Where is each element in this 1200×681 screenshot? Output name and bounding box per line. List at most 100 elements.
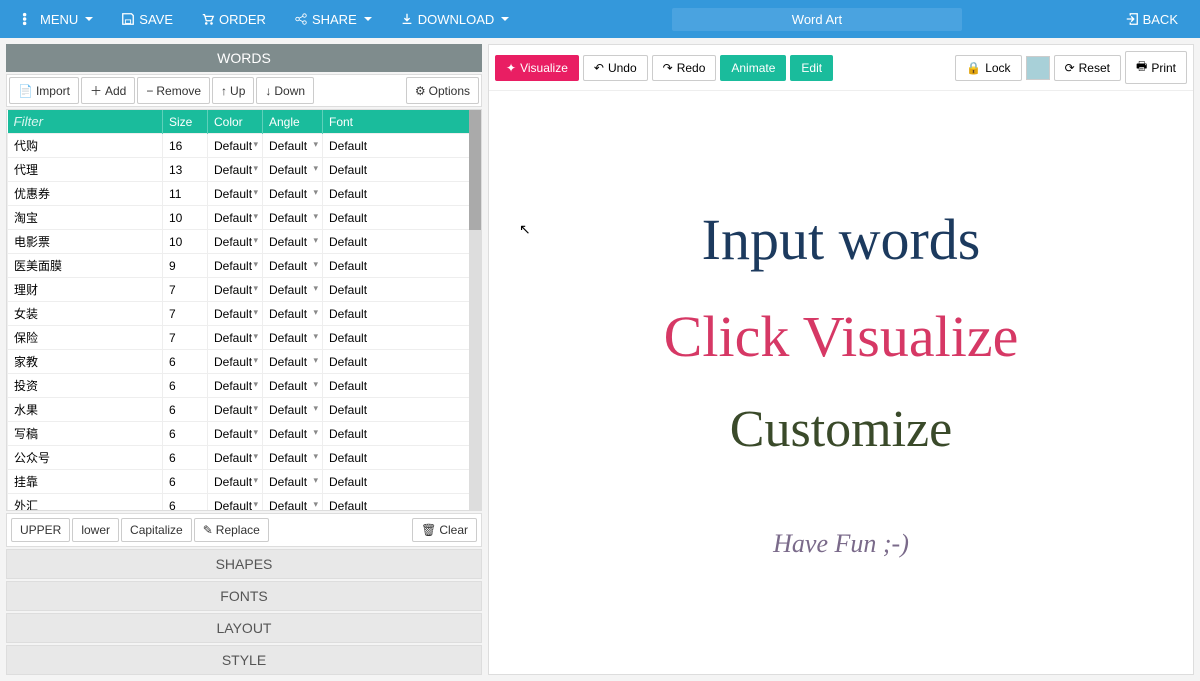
size-cell[interactable]: 16 <box>163 134 208 158</box>
table-row[interactable]: 淘宝10DefaultDefaultDefault <box>8 206 481 230</box>
font-cell[interactable]: Default <box>323 494 481 512</box>
filter-header[interactable] <box>8 110 163 134</box>
clear-button[interactable]: 🗑Clear <box>412 518 477 542</box>
font-header[interactable]: Font <box>323 110 481 134</box>
angle-cell[interactable]: Default <box>263 494 323 512</box>
size-cell[interactable]: 7 <box>163 302 208 326</box>
word-cell[interactable]: 优惠券 <box>8 182 163 206</box>
scrollbar-thumb[interactable] <box>469 110 481 230</box>
size-cell[interactable]: 9 <box>163 254 208 278</box>
canvas-area[interactable]: ↖ Input words Click Visualize Customize … <box>489 91 1193 674</box>
color-cell[interactable]: Default <box>208 182 263 206</box>
angle-cell[interactable]: Default <box>263 302 323 326</box>
font-cell[interactable]: Default <box>323 182 481 206</box>
angle-cell[interactable]: Default <box>263 374 323 398</box>
angle-cell[interactable]: Default <box>263 350 323 374</box>
table-row[interactable]: 女装7DefaultDefaultDefault <box>8 302 481 326</box>
color-cell[interactable]: Default <box>208 206 263 230</box>
angle-cell[interactable]: Default <box>263 326 323 350</box>
order-button[interactable]: ORDER <box>187 0 280 38</box>
color-cell[interactable]: Default <box>208 350 263 374</box>
color-cell[interactable]: Default <box>208 302 263 326</box>
font-cell[interactable]: Default <box>323 158 481 182</box>
word-cell[interactable]: 医美面膜 <box>8 254 163 278</box>
font-cell[interactable]: Default <box>323 278 481 302</box>
size-cell[interactable]: 6 <box>163 446 208 470</box>
angle-cell[interactable]: Default <box>263 470 323 494</box>
undo-button[interactable]: ↶Undo <box>583 55 648 81</box>
word-cell[interactable]: 代购 <box>8 134 163 158</box>
word-cell[interactable]: 挂靠 <box>8 470 163 494</box>
size-cell[interactable]: 10 <box>163 206 208 230</box>
size-cell[interactable]: 6 <box>163 350 208 374</box>
size-cell[interactable]: 10 <box>163 230 208 254</box>
color-cell[interactable]: Default <box>208 134 263 158</box>
angle-cell[interactable]: Default <box>263 398 323 422</box>
size-cell[interactable]: 6 <box>163 422 208 446</box>
download-dropdown[interactable]: DOWNLOAD <box>386 0 524 38</box>
word-cell[interactable]: 女装 <box>8 302 163 326</box>
font-cell[interactable]: Default <box>323 254 481 278</box>
color-cell[interactable]: Default <box>208 422 263 446</box>
size-cell[interactable]: 6 <box>163 374 208 398</box>
size-cell[interactable]: 6 <box>163 494 208 512</box>
color-cell[interactable]: Default <box>208 446 263 470</box>
angle-cell[interactable]: Default <box>263 206 323 230</box>
size-header[interactable]: Size <box>163 110 208 134</box>
remove-button[interactable]: −Remove <box>137 77 210 104</box>
share-dropdown[interactable]: SHARE <box>280 0 386 38</box>
color-cell[interactable]: Default <box>208 230 263 254</box>
angle-header[interactable]: Angle <box>263 110 323 134</box>
capitalize-button[interactable]: Capitalize <box>121 518 192 542</box>
font-cell[interactable]: Default <box>323 350 481 374</box>
table-row[interactable]: 挂靠6DefaultDefaultDefault <box>8 470 481 494</box>
up-button[interactable]: ↑Up <box>212 77 254 104</box>
angle-cell[interactable]: Default <box>263 254 323 278</box>
font-cell[interactable]: Default <box>323 422 481 446</box>
add-button[interactable]: ＋Add <box>81 77 135 104</box>
menu-dropdown[interactable]: MENU <box>8 0 107 38</box>
background-color-swatch[interactable] <box>1026 56 1050 80</box>
color-cell[interactable]: Default <box>208 158 263 182</box>
reset-button[interactable]: ⟳Reset <box>1054 55 1121 81</box>
color-cell[interactable]: Default <box>208 278 263 302</box>
font-cell[interactable]: Default <box>323 134 481 158</box>
size-cell[interactable]: 6 <box>163 470 208 494</box>
table-row[interactable]: 优惠券11DefaultDefaultDefault <box>8 182 481 206</box>
font-cell[interactable]: Default <box>323 446 481 470</box>
font-cell[interactable]: Default <box>323 230 481 254</box>
size-cell[interactable]: 7 <box>163 278 208 302</box>
font-cell[interactable]: Default <box>323 398 481 422</box>
color-cell[interactable]: Default <box>208 326 263 350</box>
font-cell[interactable]: Default <box>323 302 481 326</box>
size-cell[interactable]: 11 <box>163 182 208 206</box>
animate-button[interactable]: Animate <box>720 55 786 81</box>
options-button[interactable]: ⚙Options <box>406 77 479 104</box>
style-panel-header[interactable]: STYLE <box>6 645 482 675</box>
table-row[interactable]: 代购16DefaultDefaultDefault <box>8 134 481 158</box>
angle-cell[interactable]: Default <box>263 158 323 182</box>
font-cell[interactable]: Default <box>323 374 481 398</box>
color-cell[interactable]: Default <box>208 398 263 422</box>
layout-panel-header[interactable]: LAYOUT <box>6 613 482 643</box>
filter-input[interactable] <box>14 114 157 129</box>
font-cell[interactable]: Default <box>323 470 481 494</box>
table-row[interactable]: 医美面膜9DefaultDefaultDefault <box>8 254 481 278</box>
table-scrollbar[interactable] <box>469 110 481 510</box>
table-row[interactable]: 写稿6DefaultDefaultDefault <box>8 422 481 446</box>
table-row[interactable]: 家教6DefaultDefaultDefault <box>8 350 481 374</box>
lock-button[interactable]: 🔒Lock <box>955 55 1021 81</box>
redo-button[interactable]: ↷Redo <box>652 55 717 81</box>
word-cell[interactable]: 外汇 <box>8 494 163 512</box>
color-cell[interactable]: Default <box>208 254 263 278</box>
color-cell[interactable]: Default <box>208 494 263 512</box>
table-row[interactable]: 保险7DefaultDefaultDefault <box>8 326 481 350</box>
color-cell[interactable]: Default <box>208 470 263 494</box>
app-title[interactable]: Word Art <box>672 8 962 31</box>
angle-cell[interactable]: Default <box>263 230 323 254</box>
fonts-panel-header[interactable]: FONTS <box>6 581 482 611</box>
table-row[interactable]: 投资6DefaultDefaultDefault <box>8 374 481 398</box>
down-button[interactable]: ↓Down <box>256 77 314 104</box>
angle-cell[interactable]: Default <box>263 446 323 470</box>
size-cell[interactable]: 7 <box>163 326 208 350</box>
